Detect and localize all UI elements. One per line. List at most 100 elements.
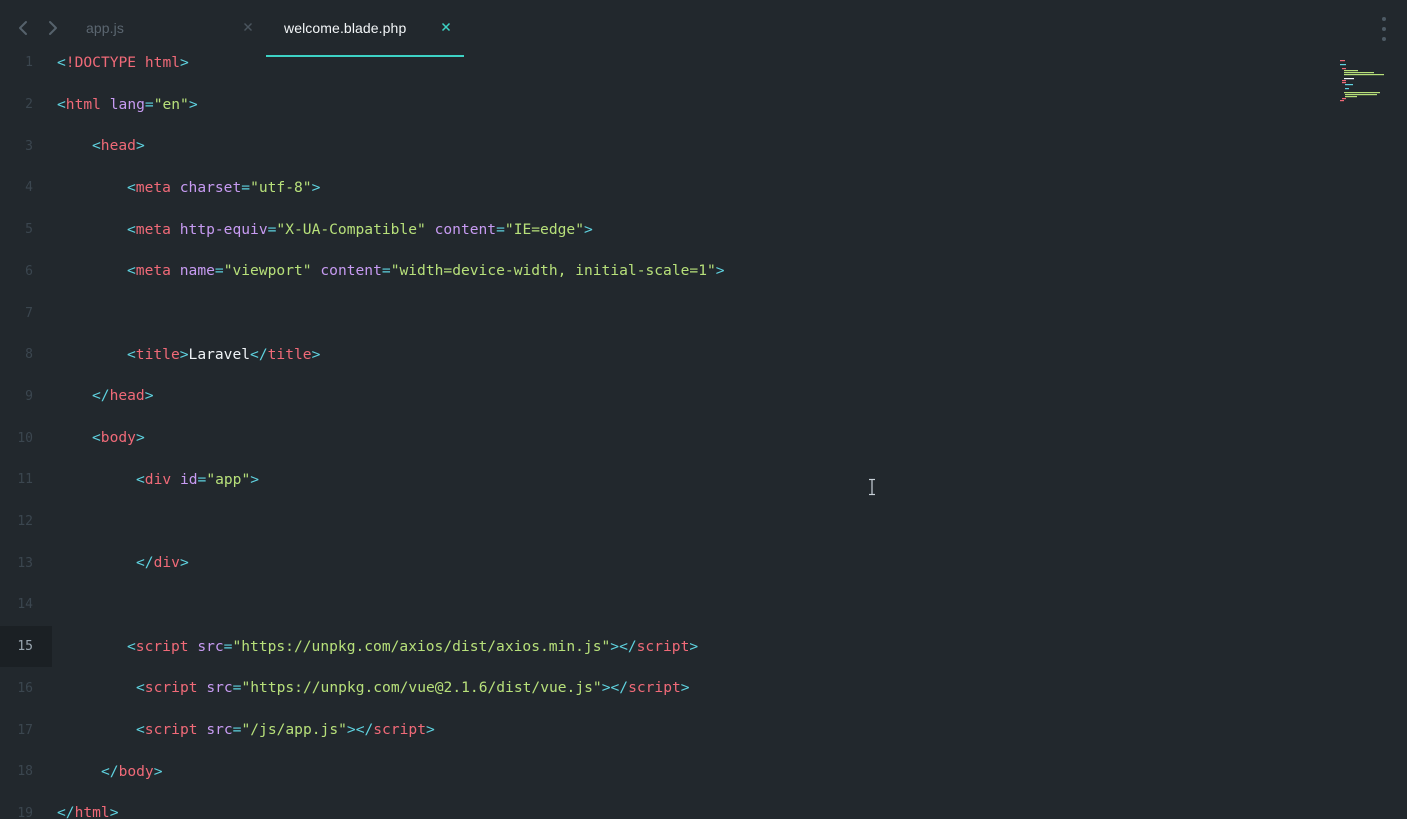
code-token: script [144,679,198,697]
code-token: = [381,262,391,280]
code-token: lang [109,95,145,113]
code-token: > [715,262,725,280]
code-line[interactable]: 9 </head> [0,376,1330,418]
line-number: 4 [25,180,33,196]
code-line[interactable]: 17 <script src="/js/app.js"></script> [0,709,1330,751]
code-text: <meta name="viewport" content="width=dev… [127,261,725,281]
code-token: html [74,804,110,819]
code-text: <script src="https://unpkg.com/axios/dis… [127,637,698,657]
line-number: 19 [17,805,33,819]
code-text: </div> [136,553,189,573]
line-number: 8 [25,347,33,363]
code-line[interactable]: 10 <body> [0,417,1330,459]
code-line[interactable]: 13 </div> [0,542,1330,584]
code-line[interactable]: 18 </body> [0,751,1330,793]
code-token: "app" [206,470,251,488]
code-line[interactable]: 4 <meta charset="utf-8"> [0,167,1330,209]
code-token: < [136,470,145,488]
code-token: > [180,53,189,71]
code-line[interactable]: 2 <html lang="en"> [0,84,1330,126]
code-token: > [680,679,690,697]
code-token: "/js/app.js" [241,721,347,739]
line-number: 3 [25,138,33,154]
code-text: </head> [92,386,154,406]
code-token: < [57,53,66,71]
line-number: 12 [17,514,33,530]
code-line[interactable]: 16 <script src="https://unpkg.com/vue@2.1… [0,668,1330,710]
code-token: < [136,721,145,739]
code-line[interactable]: 14 [0,584,1330,626]
code-token: < [127,637,136,655]
code-token: < [92,429,101,447]
tab-label: app.js [86,20,124,36]
code-line[interactable]: 7 [0,292,1330,334]
code-token: http-equiv [179,220,268,238]
code-token: > [188,95,198,113]
code-token: > [583,220,593,238]
code-line[interactable]: 3 <head> [0,125,1330,167]
code-token: > [153,762,163,780]
forward-button[interactable] [41,16,65,40]
line-number: 17 [17,722,33,738]
code-token: </ [57,804,75,819]
code-token: < [92,137,101,155]
code-token: ></ [346,721,374,739]
tab-welcome-blade-php-close-button[interactable] [439,20,453,34]
code-token: title [135,345,180,363]
code-line[interactable]: 15 <script src="https://unpkg.com/axios/d… [0,625,1330,668]
code-token: src [206,679,233,697]
code-token: = [144,95,154,113]
code-token: > [250,470,260,488]
code-text: <!DOCTYPE html> [57,53,189,73]
code-token: script [628,679,681,697]
code-line[interactable]: 5 <meta http-equiv = "X-UA-Compatible" cont… [0,209,1330,251]
code-token: < [127,220,136,238]
tab-label: welcome.blade.php [284,20,407,36]
code-token: content [320,262,382,280]
back-button[interactable] [11,16,35,40]
code-token: "utf-8" [250,178,312,196]
code-token: Laravel [188,345,251,363]
code-text: </html> [57,803,119,819]
code-token: body [118,762,154,780]
code-line[interactable]: 19 </html> [0,793,1330,819]
tab-app-js-close-button[interactable] [241,20,255,34]
code-line[interactable]: 6 <meta name="viewport" content="width=de… [0,251,1330,293]
code-token: div [153,554,180,572]
code-text: <meta http-equiv = "X-UA-Compatible" conte… [127,220,593,240]
code-token: "X-UA-Compatible" [276,220,426,238]
code-line[interactable]: 12 [0,501,1330,543]
code-token: src [206,721,233,739]
code-token: = [241,178,251,196]
close-icon [244,23,252,31]
code-text: <body> [92,428,145,448]
chevron-left-icon [19,21,27,35]
line-number: 5 [25,222,33,238]
code-line[interactable]: 11 <div id="app"> [0,459,1330,501]
more-vertical-icon[interactable] [1377,17,1391,41]
code-token: name [179,262,215,280]
code-token: > [179,554,189,572]
code-token: body [100,429,136,447]
code-token: script [144,721,198,739]
code-token: > [135,137,145,155]
code-line[interactable]: 1 <!DOCTYPE html> [0,42,1330,84]
line-number: 2 [25,97,33,113]
code-editor[interactable]: 1 <!DOCTYPE html> 2 <html lang="en"> 3 <head>… [0,42,1330,819]
line-number: 7 [25,305,33,321]
minimap[interactable] [1338,58,1384,102]
text-cursor-icon [869,478,875,496]
code-line[interactable]: 8 <title>Laravel</title> [0,334,1330,376]
chevron-right-icon [49,21,57,35]
code-text: <div id="app"> [136,470,259,490]
line-number: 9 [25,388,33,404]
code-token: < [127,262,136,280]
code-token: !DOCTYPE html [65,53,181,71]
line-number: 10 [17,430,33,446]
code-token: = [197,470,207,488]
